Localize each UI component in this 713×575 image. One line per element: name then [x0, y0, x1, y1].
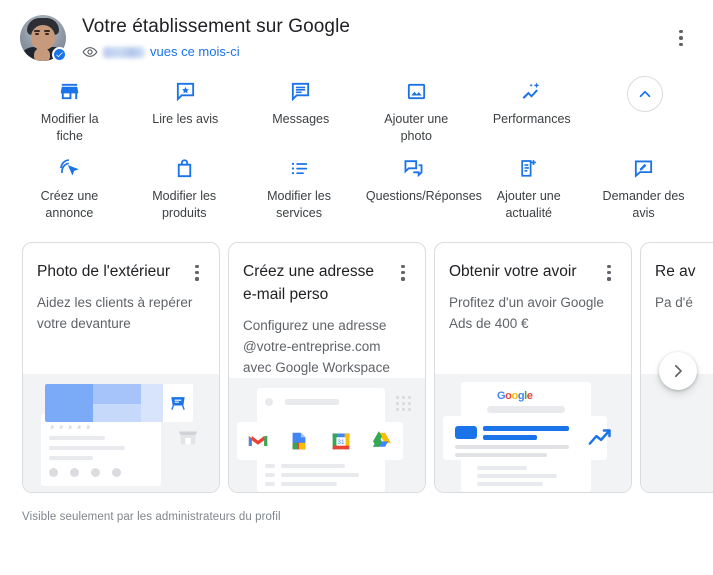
card-title: Photo de l'extérieur — [37, 263, 171, 280]
card-header: Obtenir votre avoir — [435, 243, 631, 283]
verified-check-icon — [52, 47, 67, 62]
chevron-up-icon — [639, 90, 651, 98]
shopping-bag-icon — [173, 155, 196, 181]
card-header: Photo de l'extérieur — [23, 243, 219, 283]
forum-icon — [402, 155, 425, 181]
action-performances[interactable]: Performances — [474, 72, 590, 149]
action-modifier-les-produits[interactable]: Modifier les produits — [127, 149, 242, 226]
action-lire-les-avis[interactable]: Lire les avis — [128, 72, 244, 149]
action-label: Lire les avis — [152, 112, 219, 126]
shop-awning-icon — [178, 431, 198, 445]
views-row[interactable]: vues ce mois-ci — [82, 44, 350, 60]
chevron-right-icon — [674, 364, 682, 378]
views-label[interactable]: vues ce mois-ci — [150, 44, 240, 60]
card-header: Re av — [641, 243, 713, 283]
card-header: Créez une adresse e-mail perso — [229, 243, 425, 306]
card-description: Pa d'é — [655, 295, 693, 310]
google-calendar-icon: 31 — [332, 433, 350, 450]
quick-actions: Modifier la fiche Lire les avis Messages… — [0, 68, 713, 226]
action-label: Performances — [492, 112, 571, 126]
card-description: Configurez une adresse @votre-entreprise… — [243, 318, 390, 375]
card-description: Aidez les clients à repérer votre devant… — [37, 295, 193, 331]
card-description: Profitez d'un avoir Google Ads de 400 € — [449, 295, 604, 331]
action-modifier-la-fiche[interactable]: Modifier la fiche — [12, 72, 128, 149]
carousel-next-button[interactable] — [659, 352, 697, 390]
action-demander-des-avis[interactable]: Demander des avis — [586, 149, 701, 226]
card-title: Créez une adresse e-mail perso — [243, 263, 374, 303]
storefront-photo-illustration — [23, 374, 219, 492]
header-text-block: Votre établissement sur Google vues ce m… — [82, 16, 350, 60]
trending-up-icon — [588, 429, 611, 445]
action-label: Modifier les services — [267, 189, 332, 220]
action-label: Modifier la fiche — [40, 112, 99, 143]
action-label: Questions/Réponses — [365, 189, 482, 203]
google-workspace-apps-illustration: 31 — [229, 378, 425, 492]
eye-icon — [82, 47, 98, 57]
action-label: Demander des avis — [602, 189, 685, 220]
gmail-icon — [248, 435, 267, 447]
quick-actions-row-2: Créez une annonce Modifier les produits … — [12, 149, 701, 226]
google-docs-icon — [292, 432, 306, 450]
visibility-note: Visible seulement par les administrateur… — [22, 511, 281, 523]
card-title: Obtenir votre avoir — [449, 263, 577, 280]
storefront-icon — [58, 78, 81, 104]
action-ajouter-une-photo[interactable]: Ajouter une photo — [359, 72, 475, 149]
profile-header: Votre établissement sur Google vues ce m… — [0, 0, 713, 68]
add-photo-icon — [405, 78, 428, 104]
header-more-vert-icon[interactable] — [667, 18, 695, 58]
page-title: Votre établissement sur Google — [82, 16, 351, 37]
action-creez-une-annonce[interactable]: Créez une annonce — [12, 149, 127, 226]
suggestion-carousel: Photo de l'extérieur Aidez les clients à… — [0, 242, 713, 497]
action-label: Modifier les produits — [152, 189, 217, 220]
quick-actions-row-1: Modifier la fiche Lire les avis Messages… — [12, 72, 701, 149]
action-label: Ajouter une photo — [384, 112, 449, 143]
list-icon — [288, 155, 311, 181]
blue-signboard-icon — [171, 397, 185, 410]
card-more-vert-icon[interactable] — [395, 260, 411, 281]
action-questions-reponses[interactable]: Questions/Réponses — [356, 149, 482, 226]
card-more-vert-icon[interactable] — [601, 260, 617, 281]
card-photo-exterieur[interactable]: Photo de l'extérieur Aidez les clients à… — [22, 242, 220, 493]
google-logo: Google — [497, 390, 533, 402]
collapse-actions-button[interactable] — [627, 76, 664, 112]
google-drive-icon — [373, 431, 392, 447]
views-count-redacted — [103, 46, 145, 58]
card-title: Re av — [655, 263, 696, 280]
action-messages[interactable]: Messages — [243, 72, 359, 149]
business-profile-panel: Votre établissement sur Google vues ce m… — [0, 0, 713, 575]
action-label: Créez une annonce — [40, 189, 99, 220]
suggestion-cards: Photo de l'extérieur Aidez les clients à… — [22, 242, 713, 493]
card-obtenir-avoir[interactable]: Obtenir votre avoir Profitez d'un avoir … — [434, 242, 632, 493]
action-label: Messages — [272, 112, 330, 126]
partial-card-illustration — [641, 374, 713, 492]
request-review-icon — [632, 155, 655, 181]
performance-chart-icon — [519, 78, 544, 104]
svg-text:31: 31 — [337, 439, 345, 446]
card-more-vert-icon[interactable] — [189, 260, 205, 281]
card-adresse-email[interactable]: Créez une adresse e-mail perso Configure… — [228, 242, 426, 493]
collapse-holder — [590, 72, 702, 149]
google-ads-credit-illustration: Google — [435, 374, 631, 492]
post-add-icon — [517, 155, 540, 181]
action-ajouter-une-actualite[interactable]: Ajouter une actualité — [471, 149, 586, 226]
action-label: Ajouter une actualité — [496, 189, 561, 220]
review-star-icon — [174, 78, 197, 104]
action-modifier-les-services[interactable]: Modifier les services — [242, 149, 357, 226]
message-icon — [289, 78, 312, 104]
ads-click-icon — [58, 155, 81, 181]
avatar[interactable] — [20, 15, 67, 62]
